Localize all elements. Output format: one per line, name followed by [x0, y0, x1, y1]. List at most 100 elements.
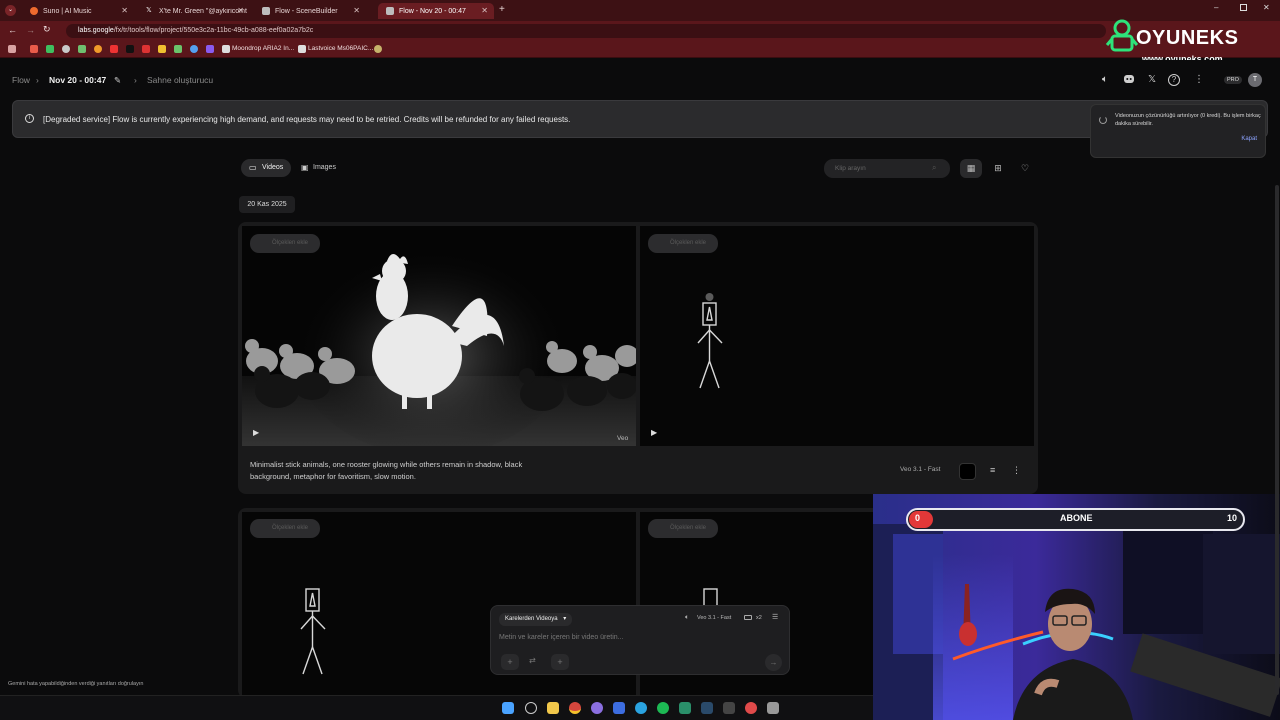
discord-icon[interactable] [1123, 74, 1135, 86]
bookmark-lastvoice[interactable]: Lastvoice Ms06PAIC... [308, 45, 373, 52]
rooster-scene-image [242, 226, 636, 446]
aspect-icon[interactable] [744, 615, 752, 620]
x-logo-icon[interactable]: 𝕏 [1146, 74, 1158, 86]
app-icon[interactable] [613, 702, 625, 714]
help-icon[interactable]: ? [1168, 74, 1180, 86]
app-icon[interactable] [723, 702, 735, 714]
chevron-down-icon: ▾ [563, 616, 567, 622]
upscale-toast: Videonuzun çözünürlüğü artırılıyor (0 kr… [1090, 104, 1266, 158]
bookmark-icon[interactable] [142, 45, 150, 53]
maximize-icon[interactable] [1240, 4, 1247, 11]
tab-suno[interactable]: Suno | AI Music ✕ [22, 3, 134, 19]
steam-icon[interactable] [701, 702, 713, 714]
edit-icon[interactable]: ✎ [114, 75, 121, 86]
chrome-icon[interactable] [569, 702, 581, 714]
color-swatch[interactable] [959, 463, 976, 480]
bookmark-icon[interactable] [46, 45, 54, 53]
tab-videos[interactable]: ▭ Videos [241, 159, 291, 177]
add-end-frame-button[interactable]: + [551, 654, 569, 670]
telegram-icon[interactable] [635, 702, 647, 714]
reuse-prompt-icon[interactable]: ≡ [990, 465, 995, 475]
bookmark-icon[interactable] [94, 45, 102, 53]
search-icon[interactable]: ⌕ [932, 163, 936, 173]
app-icon[interactable] [745, 702, 757, 714]
more-vert-icon[interactable]: ⋮ [1012, 465, 1021, 476]
volume-icon[interactable]: 🔈︎ [1099, 74, 1111, 86]
minimize-icon[interactable]: – [1214, 3, 1218, 12]
table-view-button[interactable]: ⊞ [987, 159, 1009, 178]
app-icon[interactable] [679, 702, 691, 714]
new-tab-icon[interactable]: + [499, 4, 505, 15]
video-icon: ▭ [249, 163, 257, 172]
play-icon[interactable]: ▶ [651, 428, 657, 437]
bookmark-icon[interactable] [62, 45, 70, 53]
chevron-right-icon: › [134, 75, 137, 85]
video-thumbnail-rooster[interactable] [242, 226, 636, 446]
bookmark-icon[interactable] [78, 45, 86, 53]
grid-view-button[interactable]: ▦ [960, 159, 982, 178]
breadcrumb-scene[interactable]: Sahne oluşturucu [147, 75, 213, 85]
upscale-chip[interactable]: Ölçeklen ekle [250, 234, 321, 253]
image-icon: ▣ [301, 163, 309, 172]
model-select[interactable]: Veo 3.1 - Fast [697, 615, 731, 621]
toast-close-button[interactable]: Kapat [1241, 136, 1257, 142]
reload-icon[interactable]: ↻ [43, 24, 51, 35]
x-logo-icon[interactable] [126, 45, 134, 53]
swap-frames-icon[interactable]: ⇄ [529, 656, 536, 665]
bookmark-icon[interactable] [174, 45, 182, 53]
page-scrollbar[interactable] [1275, 185, 1279, 695]
x-logo-icon: 𝕏 [146, 7, 152, 14]
tab-x[interactable]: 𝕏 X'te Mr. Green "@aykiricomt" ✕ [138, 3, 250, 19]
breadcrumb-root[interactable]: Flow [12, 75, 30, 85]
close-icon[interactable]: ✕ [237, 6, 244, 15]
video-thumbnail-stickfigure[interactable] [640, 226, 1034, 446]
browser-menu-icon[interactable]: ⌄ [5, 5, 16, 16]
bookmark-moondrop[interactable]: Moondrop ARIA2 In... [232, 45, 294, 52]
add-start-frame-button[interactable]: + [501, 654, 519, 670]
folder-icon[interactable] [298, 45, 306, 53]
apps-icon[interactable] [8, 45, 16, 53]
tab-flow-scenebuilder[interactable]: Flow - SceneBuilder ✕ [254, 3, 366, 19]
youtube-icon[interactable] [110, 45, 118, 53]
forward-icon[interactable]: → [26, 25, 35, 35]
windows-start-icon[interactable] [502, 702, 514, 714]
bookmark-icon[interactable] [158, 45, 166, 53]
upscale-chip[interactable]: Ölçeklen ekle [648, 519, 719, 538]
bookmarks-bar: Moondrop ARIA2 In... Lastvoice Ms06PAIC.… [0, 41, 1280, 58]
date-chip: 20 Kas 2025 [239, 196, 295, 213]
mode-select[interactable]: Karelerden Videoya ▾ [499, 613, 573, 626]
tab-label: Flow - SceneBuilder [275, 7, 338, 15]
folder-icon[interactable] [222, 45, 230, 53]
close-icon[interactable]: ✕ [481, 6, 488, 15]
back-icon[interactable]: ← [8, 25, 17, 35]
prompt-input[interactable]: Metin ve kareler içeren bir video üretin… [499, 634, 779, 641]
url-path: /fx/tr/tools/flow/project/550e3c2a-11bc-… [113, 27, 314, 34]
app-icon[interactable] [767, 702, 779, 714]
avatar[interactable]: T [1248, 73, 1262, 87]
bookmark-icon[interactable] [206, 45, 214, 53]
bookmark-icon[interactable] [374, 45, 382, 53]
file-explorer-icon[interactable] [547, 702, 559, 714]
tab-images[interactable]: ▣ Images [295, 159, 343, 177]
url-field[interactable]: labs.google/fx/tr/tools/flow/project/550… [66, 24, 1106, 38]
send-button[interactable]: → [765, 654, 782, 671]
chevron-right-icon: › [36, 75, 39, 85]
upscale-chip[interactable]: Ölçeklen ekle [648, 234, 719, 253]
more-vert-icon[interactable]: ⋮ [1193, 74, 1205, 86]
play-icon[interactable]: ▶ [253, 428, 259, 437]
speaker-icon[interactable]: 🔈︎ [685, 614, 689, 622]
favorites-button[interactable]: ♡ [1014, 159, 1036, 178]
settings-sliders-icon[interactable]: ☰ [772, 613, 778, 621]
close-icon[interactable]: ✕ [353, 6, 360, 15]
output-count[interactable]: x2 [756, 615, 762, 621]
upscale-chip[interactable]: Ölçeklen ekle [250, 519, 321, 538]
close-icon[interactable]: ✕ [121, 6, 128, 15]
window-close-icon[interactable]: ✕ [1263, 3, 1270, 12]
app-icon[interactable] [591, 702, 603, 714]
banner-text: [Degraded service] Flow is currently exp… [43, 115, 571, 124]
bookmark-icon[interactable] [190, 45, 198, 53]
spotify-icon[interactable] [657, 702, 669, 714]
gmail-icon[interactable] [30, 45, 38, 53]
tab-flow-project[interactable]: Flow - Nov 20 - 00:47 ✕ [378, 3, 494, 19]
search-icon[interactable] [525, 702, 537, 714]
